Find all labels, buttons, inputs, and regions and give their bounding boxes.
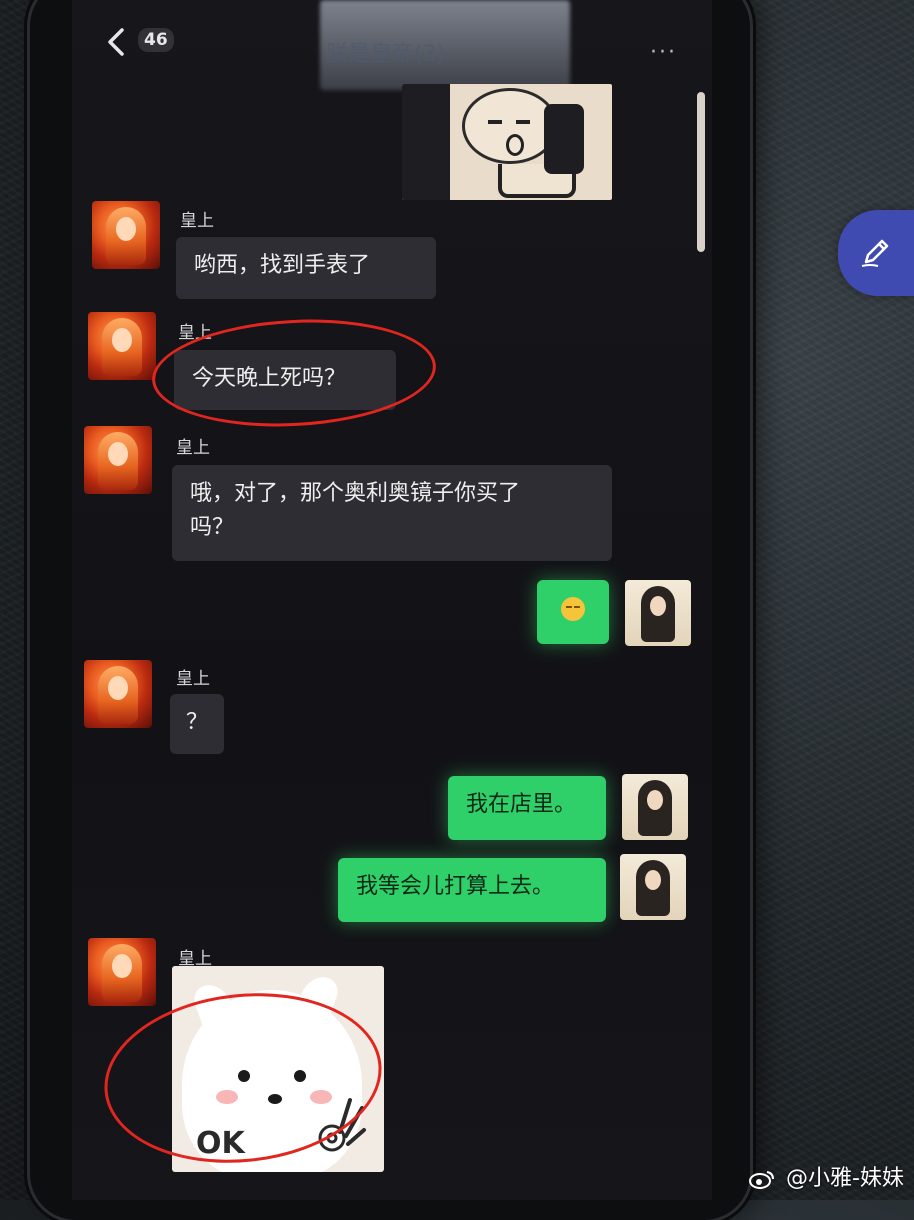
message-text: ？ xyxy=(185,710,208,735)
weibo-logo-icon xyxy=(749,1171,775,1189)
scrollbar[interactable] xyxy=(697,92,705,252)
sender-avatar[interactable] xyxy=(88,312,156,380)
self-avatar[interactable] xyxy=(622,774,688,840)
pensive-face-emoji-icon xyxy=(561,597,585,621)
outgoing-message-bubble[interactable] xyxy=(537,580,609,644)
incoming-message-bubble[interactable]: 哦，对了，那个奥利奥镜子你买了 吗？ xyxy=(172,465,612,561)
chat-title: 朕是皇帝(3) xyxy=(326,42,446,67)
outgoing-message-bubble[interactable]: 我在店里。 xyxy=(448,776,606,840)
pen-icon xyxy=(858,234,894,277)
message-text-line: 吗？ xyxy=(190,515,235,540)
unread-count-badge: 46 xyxy=(138,28,174,52)
incoming-message-bubble[interactable]: 哟西，找到手表了 xyxy=(176,237,436,299)
message-text: 我等会儿打算上去。 xyxy=(356,874,555,899)
more-dots-icon[interactable]: ··· xyxy=(650,40,677,65)
sender-name: 皇上 xyxy=(176,669,210,689)
sender-avatar[interactable] xyxy=(92,201,160,269)
sender-avatar[interactable] xyxy=(84,660,152,728)
outgoing-message-bubble[interactable]: 我等会儿打算上去。 xyxy=(338,858,606,922)
sender-avatar[interactable] xyxy=(84,426,152,494)
sender-name: 皇上 xyxy=(176,438,210,458)
message-text: 哟西，找到手表了 xyxy=(194,253,371,278)
watermark-text: @小雅-妹妹 xyxy=(786,1166,904,1191)
weibo-watermark: @小雅-妹妹 xyxy=(749,1160,904,1192)
meme-sticker-message[interactable] xyxy=(402,84,612,200)
self-avatar[interactable] xyxy=(620,854,686,920)
back-arrow-icon[interactable] xyxy=(104,24,140,60)
self-avatar[interactable] xyxy=(625,580,691,646)
message-text: 我在店里。 xyxy=(466,792,577,817)
incoming-message-bubble[interactable]: ？ xyxy=(170,694,224,754)
message-text-line: 哦，对了，那个奥利奥镜子你买了 xyxy=(190,481,521,506)
sender-avatar[interactable] xyxy=(88,938,156,1006)
annotation-pen-button[interactable] xyxy=(838,210,914,296)
sender-name: 皇上 xyxy=(180,211,214,231)
